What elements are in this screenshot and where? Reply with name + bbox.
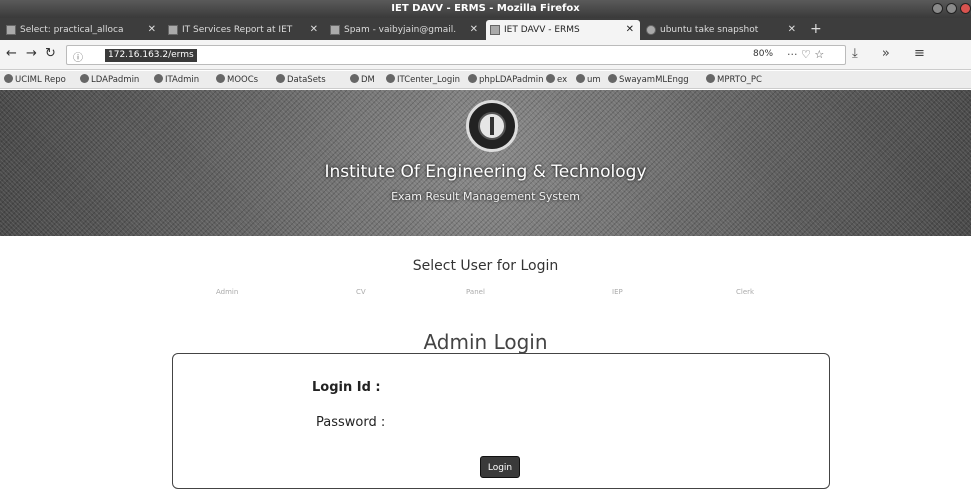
mail-icon (330, 25, 340, 35)
new-tab-button[interactable]: + (810, 20, 822, 38)
bookmark-item[interactable]: ex (546, 73, 567, 87)
role-option-clerk[interactable]: Clerk (736, 288, 754, 296)
page-icon (6, 25, 16, 35)
url-bar[interactable]: ⓘ 172.16.163.2/erms 80% ··· ♡ ☆ (66, 45, 846, 65)
bookmark-item[interactable]: MPRTO_PC (706, 73, 762, 87)
forward-icon[interactable]: → (26, 46, 37, 62)
tab-label: ubuntu take snapshot (660, 25, 759, 35)
page-icon (490, 25, 500, 35)
bookmark-icon (706, 74, 715, 83)
page-actions-icons[interactable]: ··· ♡ ☆ (787, 48, 824, 61)
close-tab-icon[interactable]: ✕ (788, 20, 796, 40)
role-option-admin[interactable]: Admin (216, 288, 238, 296)
bookmark-item[interactable]: DM (350, 73, 375, 87)
globe-icon (646, 25, 656, 35)
login-form: Login Id : Password : Login (172, 353, 830, 489)
institute-logo (466, 100, 518, 152)
bookmark-item[interactable]: um (576, 73, 601, 87)
window-title: IET DAVV - ERMS - Mozilla Firefox (391, 3, 580, 14)
tab-label: IT Services Report at IET (182, 25, 293, 35)
bookmarks-bar: UCIML Repo LDAPadmin ITAdmin MOOCs DataS… (0, 71, 971, 89)
bookmark-item[interactable]: SwayamMLEngg (608, 73, 689, 87)
bookmark-icon (216, 74, 225, 83)
bookmark-icon (276, 74, 285, 83)
reload-icon[interactable]: ↻ (45, 46, 56, 62)
system-subtitle: Exam Result Management System (391, 190, 580, 203)
password-input[interactable] (401, 414, 621, 432)
role-option-iep[interactable]: IEP (612, 288, 623, 296)
globe-icon (576, 74, 585, 83)
close-tab-icon[interactable]: ✕ (470, 20, 478, 40)
tab-spam[interactable]: Spam - vaibyjain@gmail. ✕ (326, 20, 484, 40)
tab-it-services[interactable]: IT Services Report at IET ✕ (164, 20, 324, 40)
logo-emblem (478, 112, 506, 140)
toolbar-right-icons[interactable]: ⤓ » ≡ (852, 46, 935, 61)
tab-select-practical[interactable]: Select: practical_alloca ✕ (2, 20, 162, 40)
tab-iet-davv-erms[interactable]: IET DAVV - ERMS ✕ (486, 20, 640, 40)
password-label: Password : (316, 415, 386, 430)
bookmark-icon (468, 74, 477, 83)
tab-label: Spam - vaibyjain@gmail. (344, 25, 457, 35)
login-button[interactable]: Login (480, 456, 520, 478)
select-user-heading: Select User for Login (412, 258, 559, 274)
mail-icon (168, 25, 178, 35)
login-id-label: Login Id : (312, 380, 381, 395)
globe-icon (546, 74, 555, 83)
tab-label: Select: practical_alloca (20, 25, 124, 35)
institute-title: Institute Of Engineering & Technology (324, 162, 647, 182)
bookmark-item[interactable]: DataSets (276, 73, 326, 87)
close-tab-icon[interactable]: ✕ (626, 20, 634, 40)
maximize-icon[interactable] (946, 3, 957, 14)
url-text[interactable]: 172.16.163.2/erms (105, 49, 197, 62)
login-heading: Admin Login (423, 330, 548, 354)
bookmark-icon (608, 74, 617, 83)
close-window-icon[interactable] (960, 3, 971, 14)
bookmark-item[interactable]: LDAPadmin (80, 73, 139, 87)
login-id-input[interactable] (401, 379, 621, 397)
bookmark-item[interactable]: phpLDAPadmin (468, 73, 544, 87)
back-icon[interactable]: ← (6, 46, 17, 62)
bookmark-item[interactable]: ITAdmin (154, 73, 199, 87)
role-option-panel[interactable]: Panel (466, 288, 485, 296)
globe-icon (386, 74, 395, 83)
close-tab-icon[interactable]: ✕ (310, 20, 318, 40)
globe-icon (4, 74, 13, 83)
site-info-icon[interactable]: ⓘ (73, 49, 83, 64)
globe-icon (350, 74, 359, 83)
minimize-icon[interactable] (932, 3, 943, 14)
logo-mark (490, 117, 494, 135)
bookmark-item[interactable]: ITCenter_Login (386, 73, 460, 87)
zoom-level[interactable]: 80% (753, 49, 773, 59)
close-tab-icon[interactable]: ✕ (148, 20, 156, 40)
navigation-bar: ← → ↻ ⓘ 172.16.163.2/erms 80% ··· ♡ ☆ ⤓ … (0, 40, 971, 70)
tab-bar: Select: practical_alloca ✕ IT Services R… (0, 18, 971, 40)
bookmark-icon (80, 74, 89, 83)
window-titlebar: IET DAVV - ERMS - Mozilla Firefox (0, 0, 971, 18)
bookmark-item[interactable]: UCIML Repo (4, 73, 66, 87)
globe-icon (154, 74, 163, 83)
tab-ubuntu-snapshot[interactable]: ubuntu take snapshot ✕ (642, 20, 802, 40)
tab-label: IET DAVV - ERMS (504, 25, 580, 35)
bookmark-item[interactable]: MOOCs (216, 73, 258, 87)
header-banner: Institute Of Engineering & Technology Ex… (0, 90, 971, 236)
role-option-cv[interactable]: CV (356, 288, 366, 296)
